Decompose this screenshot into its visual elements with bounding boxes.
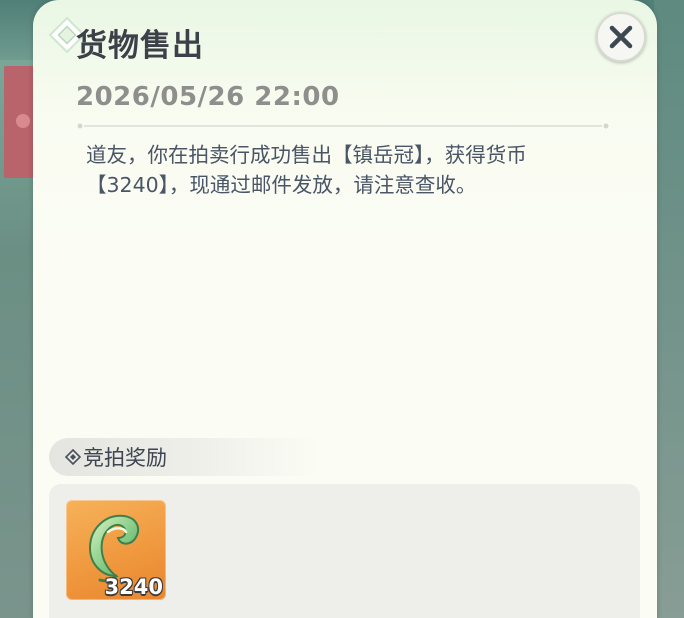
reward-section-header: 竞拍奖励 bbox=[49, 438, 319, 476]
close-icon bbox=[609, 25, 633, 49]
reward-section-label: 竞拍奖励 bbox=[83, 446, 167, 470]
mail-title: 货物售出 bbox=[76, 28, 204, 64]
mail-message: 道友，你在拍卖行成功售出【镇岳冠】，获得货币 【3240】，现通过邮件发放，请注… bbox=[86, 143, 527, 197]
background-right bbox=[654, 0, 684, 618]
background-item bbox=[4, 66, 36, 178]
mail-date: 2026/05/26 22:00 bbox=[76, 82, 340, 112]
close-button[interactable] bbox=[596, 12, 646, 62]
diamond-icon bbox=[65, 449, 81, 465]
background-dot bbox=[16, 114, 30, 128]
reward-count: 3240 bbox=[104, 575, 163, 599]
reward-item[interactable]: 3240 bbox=[66, 500, 166, 600]
divider bbox=[77, 123, 609, 129]
